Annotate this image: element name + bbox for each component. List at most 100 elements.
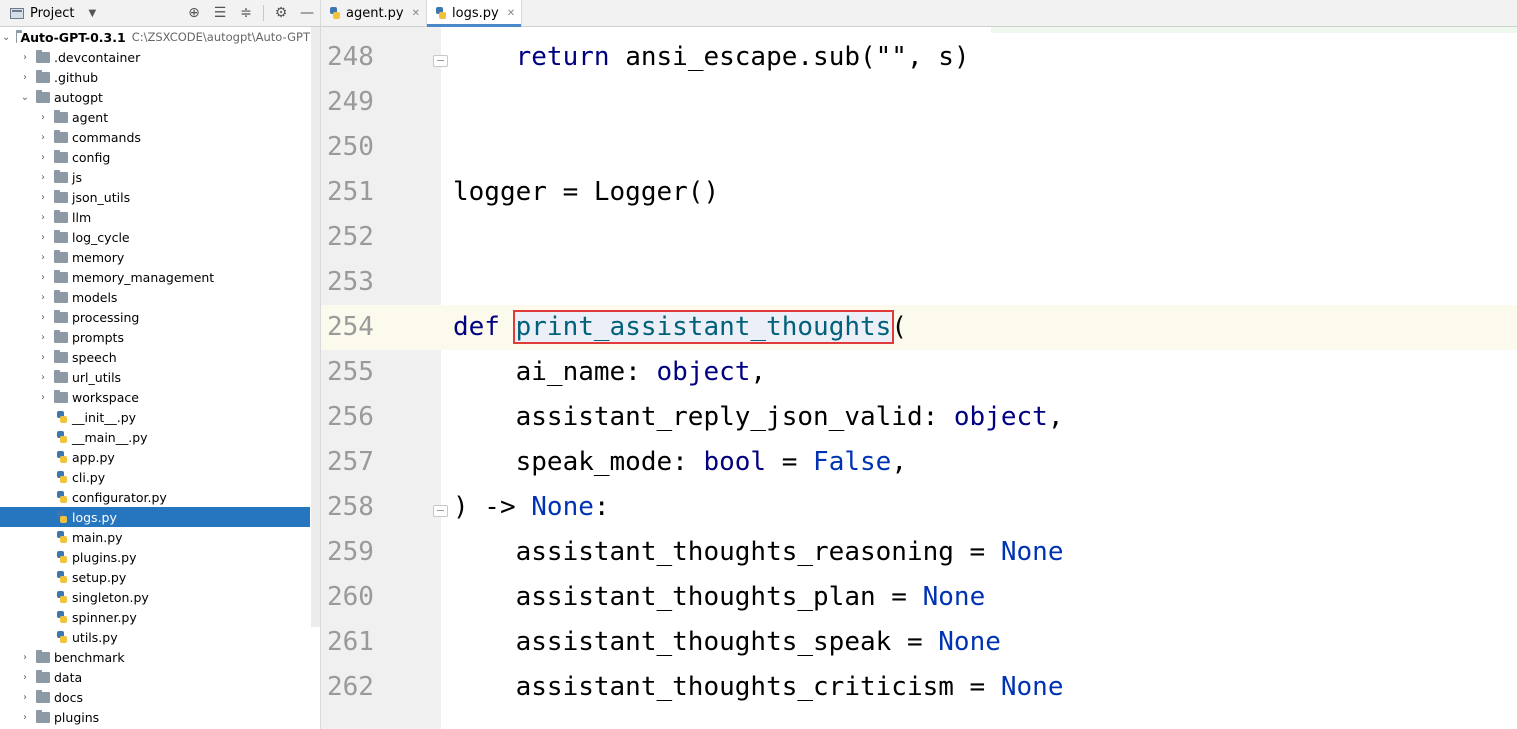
tree-item-label: plugins.py (72, 549, 137, 565)
collapse-all-icon[interactable]: ≑ (233, 5, 259, 21)
code-line[interactable]: 249 (321, 80, 1517, 125)
code-line[interactable]: 261 assistant_thoughts_speak = None (321, 620, 1517, 665)
close-icon[interactable]: ✕ (412, 8, 420, 19)
chevron-right-icon[interactable]: › (38, 192, 48, 203)
line-number: 259 (327, 537, 374, 567)
editor-tab[interactable]: logs.py ✕ (427, 0, 523, 27)
code-line[interactable]: 256 assistant_reply_json_valid: object, (321, 395, 1517, 440)
fold-marker-icon[interactable] (433, 55, 448, 67)
tree-item[interactable]: ⌄ autogpt (0, 87, 310, 107)
close-icon[interactable]: ✕ (507, 8, 515, 19)
tree-item[interactable]: › llm (0, 207, 310, 227)
chevron-right-icon[interactable]: › (38, 312, 48, 323)
chevron-right-icon[interactable]: › (38, 372, 48, 383)
tree-item[interactable]: › memory_management (0, 267, 310, 287)
tree-item[interactable]: › log_cycle (0, 227, 310, 247)
code-text: assistant_thoughts_speak = None (453, 620, 1001, 665)
tree-item[interactable]: › benchmark (0, 647, 310, 667)
code-line[interactable]: 254 def print_assistant_thoughts( (321, 305, 1517, 350)
tree-item[interactable]: › data (0, 667, 310, 687)
chevron-right-icon[interactable]: › (38, 212, 48, 223)
fold-marker-icon[interactable] (433, 505, 448, 517)
code-token: , (1047, 402, 1064, 432)
tree-item[interactable]: cli.py (0, 467, 310, 487)
tree-item[interactable]: › models (0, 287, 310, 307)
tree-item[interactable]: › docs (0, 687, 310, 707)
tree-item[interactable]: main.py (0, 527, 310, 547)
code-line[interactable]: 262 assistant_thoughts_criticism = None (321, 665, 1517, 710)
sidebar-scrollbar[interactable] (311, 27, 320, 627)
tree-item[interactable]: configurator.py (0, 487, 310, 507)
chevron-down-icon[interactable]: ⌄ (20, 92, 30, 103)
chevron-right-icon[interactable]: › (38, 332, 48, 343)
tree-item[interactable]: › prompts (0, 327, 310, 347)
tree-item[interactable]: app.py (0, 447, 310, 467)
tree-item[interactable]: singleton.py (0, 587, 310, 607)
python-file-icon (56, 430, 68, 444)
chevron-right-icon[interactable]: › (20, 712, 30, 723)
locate-file-icon[interactable]: ⊕ (181, 5, 207, 21)
tree-item[interactable]: › .github (0, 67, 310, 87)
code-line[interactable]: 253 (321, 260, 1517, 305)
tree-item[interactable]: utils.py (0, 627, 310, 647)
code-line[interactable]: 258) -> None: (321, 485, 1517, 530)
code-token: assistant_thoughts_reasoning = (453, 537, 1001, 567)
folder-icon (54, 249, 68, 263)
tree-item[interactable]: › json_utils (0, 187, 310, 207)
editor-tab[interactable]: agent.py ✕ (321, 0, 428, 26)
chevron-right-icon[interactable]: › (20, 72, 30, 83)
tree-item[interactable]: setup.py (0, 567, 310, 587)
code-line[interactable]: 250 (321, 125, 1517, 170)
chevron-right-icon[interactable]: › (20, 52, 30, 63)
tree-item[interactable]: › plugins (0, 707, 310, 727)
chevron-right-icon[interactable]: › (20, 672, 30, 683)
chevron-right-icon[interactable]: › (38, 172, 48, 183)
tree-item[interactable]: › config (0, 147, 310, 167)
chevron-right-icon[interactable]: › (38, 112, 48, 123)
code-text: assistant_thoughts_plan = None (453, 575, 986, 620)
chevron-right-icon[interactable]: › (38, 392, 48, 403)
project-panel-title[interactable]: Project (30, 6, 74, 21)
tree-item[interactable]: › processing (0, 307, 310, 327)
code-line[interactable]: 255 ai_name: object, (321, 350, 1517, 395)
tree-item[interactable]: __main__.py (0, 427, 310, 447)
tree-item[interactable]: spinner.py (0, 607, 310, 627)
code-line[interactable]: 257 speak_mode: bool = False, (321, 440, 1517, 485)
tree-item[interactable]: logs.py (0, 507, 310, 527)
chevron-right-icon[interactable]: › (38, 292, 48, 303)
chevron-right-icon[interactable]: › (38, 352, 48, 363)
code-line[interactable]: 248 return ansi_escape.sub("", s) (321, 35, 1517, 80)
tree-item[interactable]: › workspace (0, 387, 310, 407)
tree-item[interactable]: › memory (0, 247, 310, 267)
code-line[interactable]: 260 assistant_thoughts_plan = None (321, 575, 1517, 620)
tree-item-label: app.py (72, 449, 115, 465)
chevron-right-icon[interactable]: › (38, 272, 48, 283)
tree-item-label: models (72, 289, 118, 305)
code-line[interactable]: 259 assistant_thoughts_reasoning = None (321, 530, 1517, 575)
hide-panel-icon[interactable]: — (294, 5, 320, 21)
tree-root[interactable]: ⌄ Auto-GPT-0.3.1 C:\ZSXCODE\autogpt\Auto… (0, 27, 310, 47)
chevron-right-icon[interactable]: › (38, 252, 48, 263)
code-line[interactable]: 252 (321, 215, 1517, 260)
tree-item[interactable]: › js (0, 167, 310, 187)
chevron-right-icon[interactable]: › (20, 652, 30, 663)
tree-item[interactable]: › agent (0, 107, 310, 127)
code-line[interactable]: 251 logger = Logger() (321, 170, 1517, 215)
chevron-right-icon[interactable]: › (38, 232, 48, 243)
chevron-right-icon[interactable]: › (38, 132, 48, 143)
chevron-down-icon[interactable]: ▼ (88, 8, 96, 19)
tree-item[interactable]: plugins.py (0, 547, 310, 567)
code-view[interactable]: 248 return ansi_escape.sub("", s) 249 250 2… (321, 27, 1517, 729)
tree-item[interactable]: › url_utils (0, 367, 310, 387)
tree-item[interactable]: › .devcontainer (0, 47, 310, 67)
chevron-down-icon[interactable]: ⌄ (2, 32, 10, 43)
tree-item[interactable]: __init__.py (0, 407, 310, 427)
chevron-right-icon[interactable]: › (20, 692, 30, 703)
expand-all-icon[interactable]: ☰ (207, 5, 233, 21)
python-file-icon (56, 550, 68, 564)
tree-item[interactable]: › speech (0, 347, 310, 367)
gear-icon[interactable]: ⚙ (268, 5, 294, 21)
tree-item[interactable]: › commands (0, 127, 310, 147)
chevron-right-icon[interactable]: › (38, 152, 48, 163)
python-file-icon (56, 530, 68, 544)
